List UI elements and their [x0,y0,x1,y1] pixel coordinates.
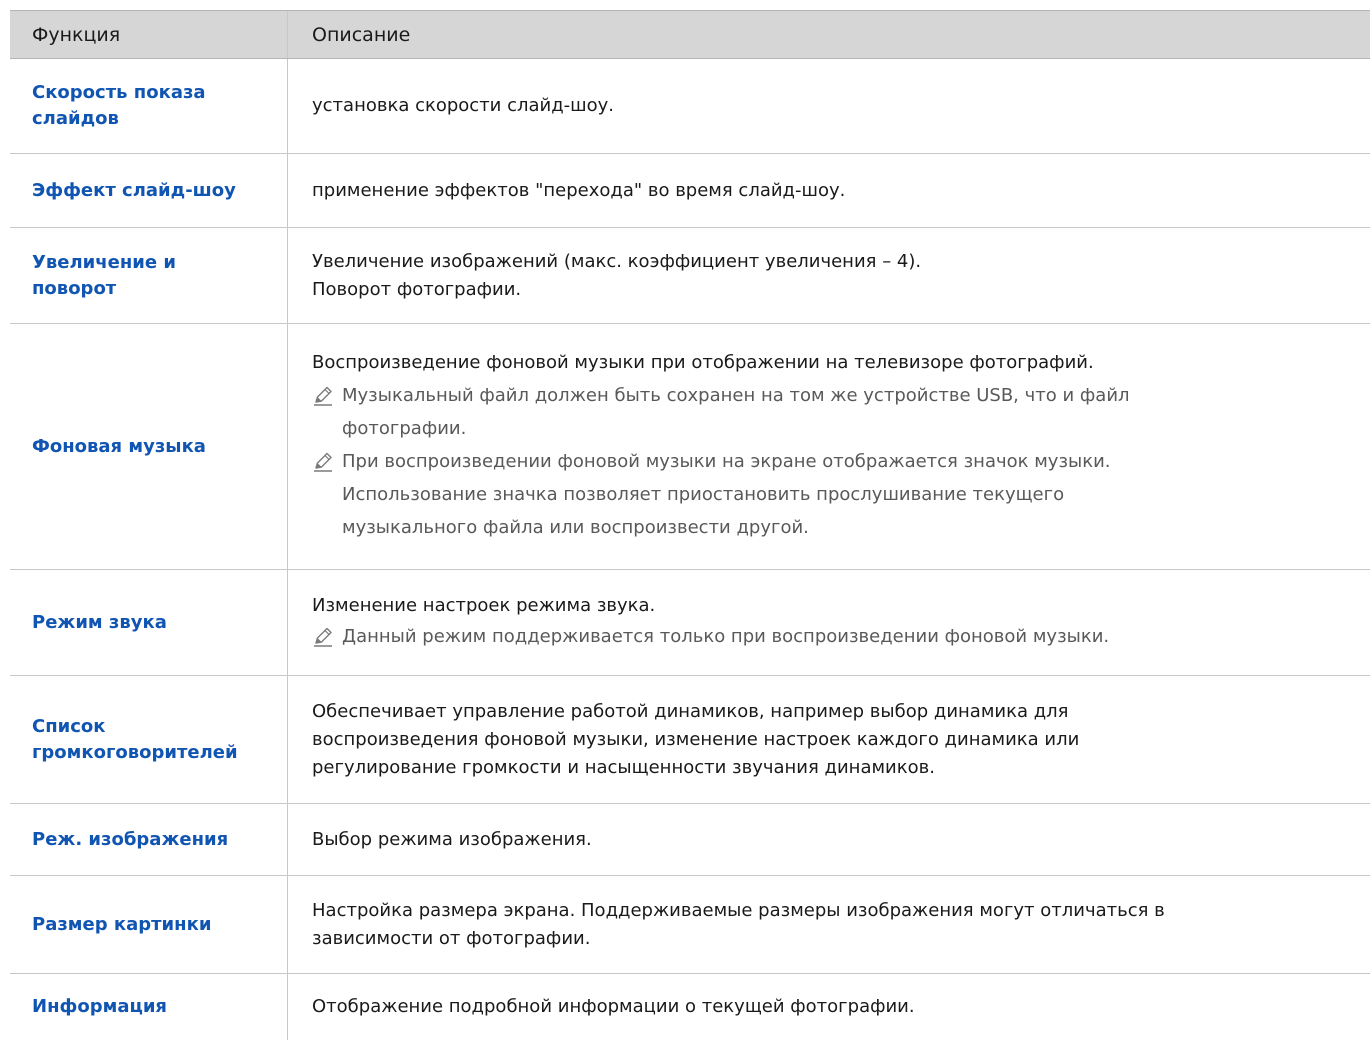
function-cell: Фоновая музыка [10,324,288,569]
function-name-line: Размер картинки [32,913,212,935]
header-function: Функция [10,11,288,58]
function-name-line: Фоновая музыка [32,435,206,457]
header-description: Описание [288,11,1370,58]
header-function-label: Функция [32,23,121,46]
description-text: зависимости от фотографии. [312,927,591,949]
function-cell: Увеличение и поворот [10,228,288,323]
description-cell: Настройка размера экрана. Поддерживаемые… [288,876,1370,973]
function-name-line: Эффект слайд-шоу [32,179,236,201]
function-cell: Размер картинки [10,876,288,973]
function-cell: Режим звука [10,570,288,675]
function-name[interactable]: Режим звука [32,610,167,636]
description-cell: Отображение подробной информации о текущ… [288,974,1370,1040]
description-text: Изменение настроек режима звука. [312,595,656,616]
description-cell: Увеличение изображений (макс. коэффициен… [288,228,1370,323]
description-cell: Обеспечивает управление работой динамико… [288,676,1370,803]
function-name-line: Реж. изображения [32,828,229,850]
table-row: Список громкоговорителей Обеспечивает уп… [10,676,1370,804]
table-row: Режим звука Изменение настроек режима зв… [10,570,1370,676]
note-line: музыкального файла или воспроизвести дру… [342,517,809,538]
function-name[interactable]: Информация [32,994,167,1020]
function-cell: Скорость показа слайдов [10,59,288,153]
description-text: Обеспечивает управление работой динамико… [312,700,1069,722]
description-text: Настройка размера экрана. Поддерживаемые… [312,899,1165,921]
function-name[interactable]: Увеличение и поворот [32,250,176,302]
note: Музыкальный файл должен быть сохранен на… [312,379,1362,445]
note-line: При воспроизведении фоновой музыки на эк… [342,451,1111,472]
pencil-note-icon [312,379,342,412]
description-cell: применение эффектов "перехода" во время … [288,154,1370,227]
header-description-label: Описание [312,23,411,46]
function-cell: Эффект слайд-шоу [10,154,288,227]
description-text: Поворот фотографии. [312,278,522,300]
pencil-note-icon [312,620,342,653]
table-row: Размер картинки Настройка размера экрана… [10,876,1370,974]
function-name-line: Скорость показа [32,82,206,103]
description-text: Выбор режима изображения. [312,828,592,850]
table-header: Функция Описание [10,11,1370,59]
note-line: Музыкальный файл должен быть сохранен на… [342,385,1130,406]
function-name-line: Увеличение и [32,251,176,273]
function-name-line: Информация [32,996,167,1017]
note: При воспроизведении фоновой музыки на эк… [312,445,1362,544]
description-text: воспроизведения фоновой музыки, изменени… [312,728,1080,750]
table-row: Скорость показа слайдов установка скорос… [10,59,1370,154]
function-name-line: слайдов [32,108,119,129]
description-text: регулирование громкости и насыщенности з… [312,756,935,778]
description-cell: Изменение настроек режима звука. Данный … [288,570,1370,675]
function-name-line: громкоговорителей [32,741,238,763]
table-row: Увеличение и поворот Увеличение изображе… [10,228,1370,324]
function-cell: Список громкоговорителей [10,676,288,803]
note-line: Использование значка позволяет приостано… [342,484,1065,505]
table-row: Фоновая музыка Воспроизведение фоновой м… [10,324,1370,570]
description-text: установка скорости слайд-шоу. [312,95,615,116]
pencil-note-icon [312,445,342,478]
description-cell: установка скорости слайд-шоу. [288,59,1370,153]
table-row: Реж. изображения Выбор режима изображени… [10,804,1370,876]
function-name-line: поворот [32,277,117,299]
note: Данный режим поддерживается только при в… [312,620,1362,653]
table-row: Информация Отображение подробной информа… [10,974,1370,1040]
description-text: Воспроизведение фоновой музыки при отобр… [312,352,1094,373]
function-name-line: Режим звука [32,611,167,633]
description-text: Увеличение изображений (макс. коэффициен… [312,250,922,272]
description-cell: Воспроизведение фоновой музыки при отобр… [288,324,1370,569]
description-cell: Выбор режима изображения. [288,804,1370,875]
function-name[interactable]: Список громкоговорителей [32,714,238,766]
description-text: применение эффектов "перехода" во время … [312,179,846,201]
note-text: Музыкальный файл должен быть сохранен на… [342,379,1362,445]
note-text: Данный режим поддерживается только при в… [342,620,1362,653]
function-name[interactable]: Эффект слайд-шоу [32,178,236,204]
function-name[interactable]: Реж. изображения [32,827,228,853]
function-name[interactable]: Скорость показа слайдов [32,80,206,132]
description-text: Отображение подробной информации о текущ… [312,996,915,1017]
function-name[interactable]: Размер картинки [32,912,211,938]
function-cell: Информация [10,974,288,1040]
table-row: Эффект слайд-шоу применение эффектов "пе… [10,154,1370,228]
function-name-line: Список [32,715,106,737]
function-cell: Реж. изображения [10,804,288,875]
note-line: фотографии. [342,418,467,439]
function-name[interactable]: Фоновая музыка [32,434,206,460]
features-table: Функция Описание Скорость показа слайдов… [10,10,1370,1040]
note-line: Данный режим поддерживается только при в… [342,626,1110,647]
note-text: При воспроизведении фоновой музыки на эк… [342,445,1362,544]
